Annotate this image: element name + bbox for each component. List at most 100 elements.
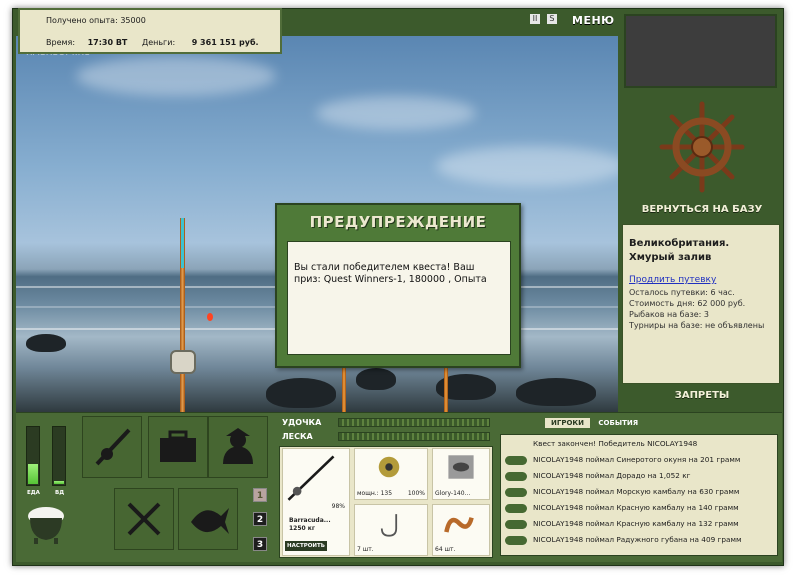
fork-knife-icon [127, 502, 161, 536]
food-pot-icon[interactable] [24, 502, 68, 546]
money-label: Деньги: [141, 38, 176, 47]
rod-reel-icon [95, 428, 131, 466]
rock [26, 334, 66, 352]
exp-value: 35000 [120, 16, 146, 25]
event-text: NICOLAY1948 поймал Морскую камбалу на 63… [533, 487, 740, 496]
event-row: NICOLAY1948 поймал Красную камбалу на 14… [505, 501, 739, 515]
ship-wheel-icon[interactable] [658, 100, 746, 194]
rod-tip [181, 218, 184, 268]
reel-icon [378, 456, 400, 478]
reel-slot[interactable]: мощн.: 135 100% [354, 448, 428, 500]
worm-count: 64 шт. [435, 546, 456, 553]
rod-label: УДОЧКА [282, 418, 322, 427]
drink-label: ВД [55, 490, 65, 496]
sound-icon[interactable]: S [546, 14, 557, 24]
rod-reel [170, 350, 196, 374]
event-text: NICOLAY1948 поймал Радужного губана на 4… [533, 535, 742, 544]
player-info-bar: Получено опыта: 35000 Время: 17:30 ВТ Де… [18, 8, 282, 54]
tab-players[interactable]: ИГРОКИ [545, 418, 590, 428]
events-list: Квест закончен! Победитель NICOLAY1948 NI… [500, 434, 778, 556]
fishing-rod-3[interactable] [444, 368, 448, 412]
event-row: Квест закончен! Победитель NICOLAY1948 [505, 437, 697, 451]
pause-icon[interactable]: II [530, 14, 540, 24]
setup-button[interactable]: НАСТРОИТЬ [285, 541, 327, 551]
worm-slot[interactable]: 64 шт. [432, 504, 490, 556]
fishing-rod-2[interactable] [342, 368, 346, 412]
events-tabs: ИГРОКИ СОБЫТИЯ [545, 418, 644, 428]
cloud [436, 146, 618, 186]
food-label: ЕДА [27, 490, 40, 496]
reel-percent: 100% [407, 490, 425, 497]
worm-icon [444, 517, 474, 533]
bans-button[interactable]: ЗАПРЕТЫ [622, 390, 782, 401]
rod-slot[interactable]: 98% Barracuda... 1250 кг [282, 448, 350, 556]
location-info: Великобритания. Хмурый залив Продлить пу… [622, 224, 780, 384]
event-row: NICOLAY1948 поймал Дорадо на 1,052 кг [505, 469, 691, 483]
rods-tile[interactable] [82, 416, 142, 478]
exp-label: Получено опыта: [46, 16, 118, 25]
menu-button[interactable]: МЕНЮ [572, 14, 615, 27]
food-gauge [26, 426, 40, 486]
rod-name: Barracuda... [289, 517, 331, 524]
permit-remaining: Осталось путевки: 6 час. [629, 288, 735, 297]
event-row: NICOLAY1948 поймал Синеротого окуня на 2… [505, 453, 740, 467]
hook-slot[interactable]: 7 шт. [354, 504, 428, 556]
event-text: NICOLAY1948 поймал Красную камбалу на 14… [533, 503, 739, 512]
event-row: NICOLAY1948 поймал Красную камбалу на 13… [505, 517, 739, 531]
location-name: Великобритания. Хмурый залив [629, 238, 730, 263]
minimap-panel [624, 14, 777, 88]
rod-icon [287, 455, 335, 501]
event-text: Квест закончен! Победитель NICOLAY1948 [533, 439, 698, 448]
bobber [207, 313, 213, 321]
slot-1-button[interactable]: 1 [253, 488, 267, 502]
event-text: NICOLAY1948 поймал Синеротого окуня на 2… [533, 455, 741, 464]
tackle-box-tile[interactable] [148, 416, 208, 478]
return-to-base-button[interactable]: ВЕРНУТЬСЯ НА БАЗУ [622, 204, 782, 215]
fish-tile[interactable] [178, 488, 238, 550]
line-tension-bar [338, 432, 490, 441]
line-label: ЛЕСКА [282, 432, 313, 441]
day-cost: Стоимость дня: 62 000 руб. [629, 299, 746, 308]
fishers-on-base: Рыбаков на базе: 3 [629, 310, 709, 319]
bait-slot[interactable]: Glory-140... [432, 448, 490, 500]
fish-badge-icon [505, 503, 527, 513]
rod-tension-bar [338, 418, 490, 427]
rock [266, 378, 336, 408]
rod-percent: 98% [331, 503, 345, 510]
fish-badge-icon [505, 535, 527, 545]
tournaments-info: Турниры на базе: не объявлены [629, 321, 765, 330]
warning-dialog[interactable]: ПРЕДУПРЕЖДЕНИЕ Вы стали победителем квес… [275, 203, 521, 368]
bait-name: Glory-140... [435, 490, 471, 497]
rock [516, 378, 596, 406]
fisherman-icon [223, 428, 253, 464]
time-value: 17:30 ВТ [87, 38, 128, 47]
fish-badge-icon [505, 471, 527, 481]
fish-badge-icon [505, 455, 527, 465]
event-text: NICOLAY1948 поймал Красную камбалу на 13… [533, 519, 739, 528]
extend-permit-link[interactable]: Продлить путевку [629, 275, 773, 285]
money-value: 9 361 151 руб. [191, 38, 259, 47]
food-fill [28, 463, 38, 484]
fishing-rod[interactable] [180, 218, 185, 414]
reel-power: мощн.: 135 [357, 490, 393, 497]
drink-gauge [52, 426, 66, 486]
bait-icon [448, 455, 474, 479]
cloud [76, 56, 276, 96]
cloud [316, 96, 476, 130]
fisherman-tile[interactable] [208, 416, 268, 478]
rod-weight: 1250 кг [289, 525, 315, 532]
event-text: NICOLAY1948 поймал Дорадо на 1,052 кг [533, 471, 691, 480]
slot-3-button[interactable]: 3 [253, 537, 267, 551]
fish-badge-icon [505, 487, 527, 497]
tackle-box-icon [160, 430, 196, 462]
event-row: NICOLAY1948 поймал Радужного губана на 4… [505, 533, 742, 547]
slot-2-button[interactable]: 2 [253, 512, 267, 526]
tab-events[interactable]: СОБЫТИЯ [592, 418, 644, 428]
dialog-title: ПРЕДУПРЕЖДЕНИЕ [309, 213, 487, 231]
hook-count: 7 шт. [357, 546, 374, 553]
time-label: Время: [46, 38, 76, 47]
food-tile[interactable] [114, 488, 174, 550]
dialog-message: Вы стали победителем квеста! Ваш приз: Q… [287, 241, 511, 355]
drink-fill [54, 481, 64, 484]
hook-icon [380, 514, 398, 537]
